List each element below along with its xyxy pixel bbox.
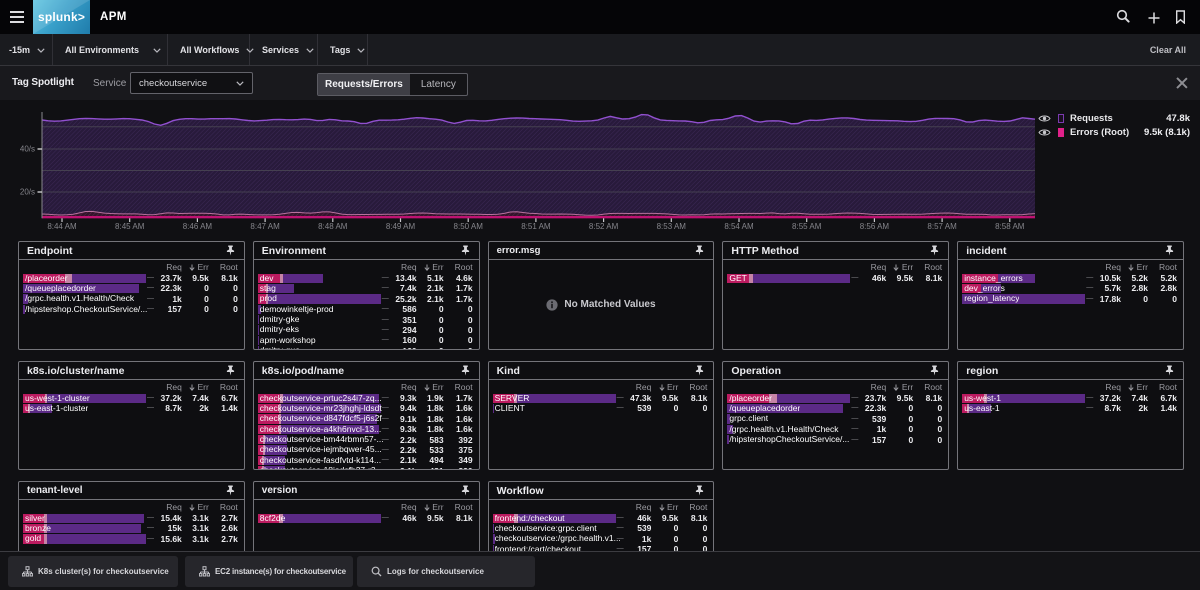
svg-text:20/s: 20/s — [20, 188, 35, 197]
svg-text:8:46 AM: 8:46 AM — [183, 222, 213, 231]
svg-text:40/s: 40/s — [20, 145, 35, 154]
svg-text:8:53 AM: 8:53 AM — [657, 222, 687, 231]
svg-text:8:44 AM: 8:44 AM — [47, 222, 77, 231]
svg-text:8:47 AM: 8:47 AM — [250, 222, 280, 231]
svg-text:8:55 AM: 8:55 AM — [792, 222, 822, 231]
svg-text:8:54 AM: 8:54 AM — [724, 222, 754, 231]
svg-text:8:49 AM: 8:49 AM — [386, 222, 416, 231]
svg-text:8:51 AM: 8:51 AM — [521, 222, 551, 231]
svg-text:8:58 AM: 8:58 AM — [995, 222, 1025, 231]
svg-text:8:56 AM: 8:56 AM — [860, 222, 890, 231]
svg-text:8:57 AM: 8:57 AM — [927, 222, 957, 231]
svg-text:8:52 AM: 8:52 AM — [589, 222, 619, 231]
svg-text:8:50 AM: 8:50 AM — [454, 222, 484, 231]
svg-text:8:45 AM: 8:45 AM — [115, 222, 145, 231]
svg-text:8:48 AM: 8:48 AM — [318, 222, 348, 231]
